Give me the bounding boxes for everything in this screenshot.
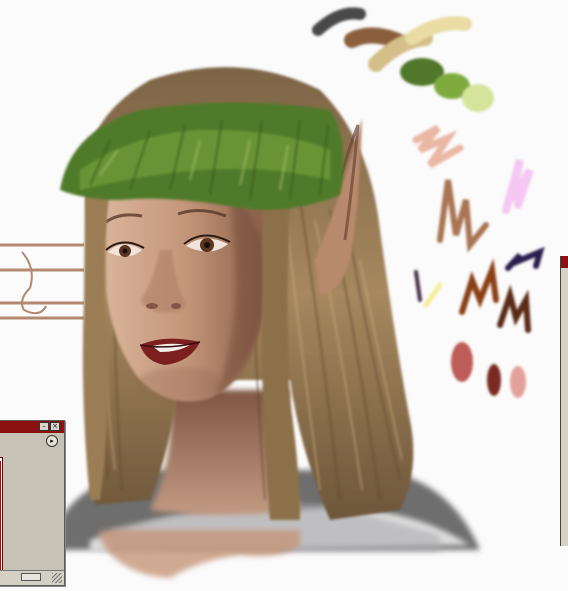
triangle-right-icon[interactable]: ▸: [46, 435, 58, 447]
palette-footer: [0, 570, 64, 585]
resize-grip-icon[interactable]: [52, 573, 62, 583]
palette-slider[interactable]: [21, 573, 41, 581]
right-panel-titlebar[interactable]: [561, 256, 568, 268]
palette-titlebar[interactable]: – ×: [0, 421, 64, 433]
right-panel-edge[interactable]: [560, 256, 568, 546]
tool-palette-window[interactable]: – × ▸: [0, 420, 65, 586]
palette-color-swatch: [0, 461, 1, 579]
minimize-icon[interactable]: –: [39, 422, 49, 431]
close-icon[interactable]: ×: [50, 422, 60, 431]
painting-canvas[interactable]: [0, 0, 568, 591]
